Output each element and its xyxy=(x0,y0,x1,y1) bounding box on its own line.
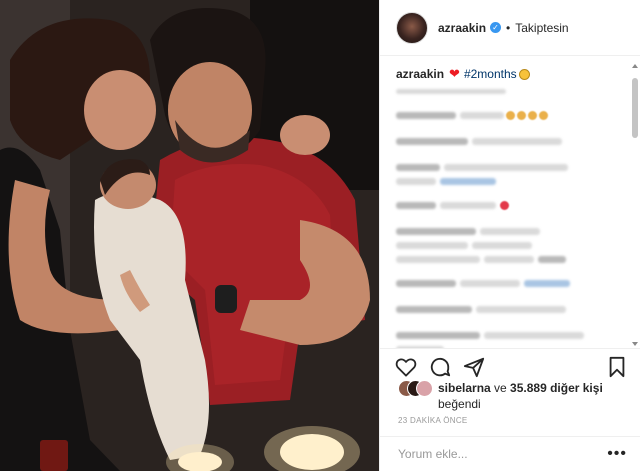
blurred-comment xyxy=(396,328,625,348)
header-separator: • xyxy=(506,20,511,35)
scroll-thumb[interactable] xyxy=(632,78,638,138)
liker-avatars[interactable] xyxy=(398,380,434,398)
action-bar xyxy=(380,348,640,380)
bookmark-icon[interactable] xyxy=(605,355,629,379)
comments-list[interactable]: azraakin ❤ #2months xyxy=(380,56,640,348)
blurred-comment xyxy=(396,276,625,292)
likes-suffix: beğendi xyxy=(438,397,481,411)
scroll-down-arrow-icon[interactable] xyxy=(632,342,638,346)
add-comment-bar: ••• xyxy=(380,436,640,471)
post-timestamp[interactable]: 23 DAKİKA ÖNCE xyxy=(398,416,468,425)
share-icon[interactable] xyxy=(462,355,486,379)
blurred-comment xyxy=(396,134,625,150)
likes-summary: sibelarna ve 35.889 diğer kişi beğendi xyxy=(398,380,633,412)
following-button[interactable]: Takiptesin xyxy=(515,21,568,35)
caption-hashtag[interactable]: #2months xyxy=(464,67,517,81)
post-caption: azraakin ❤ #2months xyxy=(396,66,625,82)
header-username[interactable]: azraakin xyxy=(438,21,486,35)
comment-icon[interactable] xyxy=(428,355,452,379)
post-header: azraakin ✓ • Takiptesin xyxy=(380,0,640,56)
post-photo[interactable] xyxy=(0,0,379,471)
liker-username[interactable]: sibelarna xyxy=(438,381,491,395)
smile-emoji-icon xyxy=(518,68,530,80)
comment-input[interactable] xyxy=(398,447,608,461)
blurred-comment xyxy=(396,86,625,98)
more-options-button[interactable]: ••• xyxy=(607,445,627,463)
family-photo-illustration xyxy=(0,0,379,471)
blurred-comment xyxy=(396,224,625,266)
red-heart-emoji: ❤ xyxy=(449,66,460,81)
caption-username[interactable]: azraakin xyxy=(396,67,444,81)
comments-scrollbar[interactable] xyxy=(632,62,638,348)
heart-outline-icon[interactable] xyxy=(394,355,418,379)
scroll-up-arrow-icon[interactable] xyxy=(632,64,638,68)
blurred-comment xyxy=(396,160,625,188)
profile-avatar[interactable] xyxy=(396,11,428,44)
blurred-comment xyxy=(396,108,625,124)
verified-badge-icon: ✓ xyxy=(490,22,502,33)
blurred-comment xyxy=(396,302,625,318)
post-side-panel: azraakin ✓ • Takiptesin azraakin ❤ #2mon… xyxy=(379,0,640,471)
likes-count[interactable]: 35.889 diğer kişi xyxy=(510,381,603,395)
likes-conjunction: ve xyxy=(490,381,511,395)
blurred-comment xyxy=(396,198,625,214)
